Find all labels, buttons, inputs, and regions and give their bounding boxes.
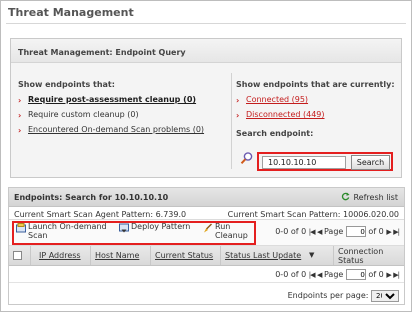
search-highlight: Search (257, 152, 393, 171)
results-panel: Endpoints: Search for 10.10.10.10 Refres… (8, 187, 405, 305)
last-page-icon[interactable]: ▶| (393, 228, 400, 236)
show-currently-heading: Show endpoints that are currently: (236, 80, 395, 89)
prev-page-icon[interactable]: ◀ (317, 271, 322, 279)
select-all-checkbox[interactable] (13, 251, 22, 260)
page-number-input-bottom[interactable] (345, 269, 366, 280)
require-custom-cleanup-text: Require custom cleanup (0) (28, 110, 139, 119)
show-that-section: Show endpoints that: › Require post-asse… (18, 80, 224, 140)
per-page-select[interactable]: 20 (371, 290, 399, 302)
select-all-header (9, 246, 31, 265)
bullet-icon: › (18, 126, 22, 135)
query-title: Threat Management: Endpoint Query (18, 48, 186, 57)
agent-pattern-text: Current Smart Scan Agent Pattern: 6.739.… (14, 210, 187, 219)
page-title: Threat Management (8, 6, 134, 19)
bottom-pager: 0-0 of 0 |◀ ◀ Page of 0 ▶ ▶| (275, 269, 400, 280)
action-toolbar: Launch On-demand Scan Deploy Pattern Run… (9, 220, 404, 246)
cleanup-icon (204, 223, 212, 233)
host-name-column[interactable]: Host Name (91, 246, 151, 265)
run-cleanup-button[interactable]: Run Cleanup (203, 222, 249, 240)
connection-status-column[interactable]: Connection Status (334, 246, 404, 265)
search-input[interactable] (262, 156, 346, 169)
page-of-label-bottom: of 0 (368, 270, 384, 279)
host-name-header[interactable]: Host Name (95, 251, 139, 260)
search-button[interactable]: Search (351, 155, 390, 170)
top-pager: 0-0 of 0 |◀ ◀ Page of 0 ▶ ▶| (275, 226, 400, 237)
column-divider (231, 73, 232, 169)
pager-range: 0-0 of 0 (275, 227, 307, 236)
refresh-icon (342, 192, 351, 201)
encountered-scan-problems-item[interactable]: › Encountered On-demand Scan problems (0… (18, 125, 224, 140)
title-divider (6, 23, 406, 24)
connected-item[interactable]: › Connected (95) (236, 95, 396, 110)
results-title: Endpoints: Search for 10.10.10.10 (14, 193, 169, 202)
pager-range-bottom: 0-0 of 0 (275, 270, 307, 279)
prev-page-icon[interactable]: ◀ (317, 228, 322, 236)
first-page-icon[interactable]: |◀ (309, 228, 316, 236)
pattern-info: Current Smart Scan Agent Pattern: 6.739.… (9, 207, 404, 220)
bullet-icon: › (18, 111, 22, 120)
smart-scan-pattern-text: Current Smart Scan Pattern: 10006.020.00 (227, 210, 399, 219)
magnifier-icon (240, 152, 253, 164)
show-currently-section: Show endpoints that are currently: › Con… (236, 80, 396, 138)
status-last-update-column[interactable]: Status Last Update ▼ (221, 246, 334, 265)
bullet-icon: › (18, 96, 22, 105)
current-status-column[interactable]: Current Status (151, 246, 221, 265)
page-number-input[interactable] (345, 226, 366, 237)
connected-link[interactable]: Connected (95) (246, 95, 308, 104)
per-page-label: Endpoints per page: (287, 291, 369, 300)
page-of-label: of 0 (368, 227, 384, 236)
page-label-bottom: Page (323, 270, 344, 279)
search-label: Search endpoint: (236, 129, 314, 138)
launch-scan-label[interactable]: Launch On-demand Scan (16, 222, 116, 240)
scan-icon (16, 223, 26, 233)
refresh-list-link[interactable]: Refresh list (341, 192, 398, 202)
next-page-icon[interactable]: ▶ (386, 228, 391, 236)
refresh-label[interactable]: Refresh list (353, 193, 398, 202)
window: Threat Management Threat Management: End… (0, 0, 412, 312)
ip-address-header[interactable]: IP Address (39, 251, 81, 260)
next-page-icon[interactable]: ▶ (386, 271, 391, 279)
sort-desc-icon: ▼ (309, 251, 315, 259)
last-page-icon[interactable]: ▶| (393, 271, 400, 279)
status-last-update-header[interactable]: Status Last Update (225, 251, 301, 260)
bottom-pager-row: 0-0 of 0 |◀ ◀ Page of 0 ▶ ▶| (9, 266, 404, 283)
require-post-assessment-item[interactable]: › Require post-assessment cleanup (0) (18, 95, 224, 110)
bullet-icon: › (236, 96, 240, 105)
disconnected-link[interactable]: Disconnected (449) (246, 110, 325, 119)
deploy-pattern-label[interactable]: Deploy Pattern (119, 222, 201, 231)
encountered-scan-problems-link[interactable]: Encountered On-demand Scan problems (0) (28, 125, 204, 134)
current-status-header[interactable]: Current Status (155, 251, 213, 260)
page-label: Page (323, 227, 344, 236)
require-custom-cleanup-item: › Require custom cleanup (0) (18, 110, 224, 125)
deploy-pattern-button[interactable]: Deploy Pattern (119, 222, 201, 233)
disconnected-item[interactable]: › Disconnected (449) (236, 110, 396, 125)
launch-scan-button[interactable]: Launch On-demand Scan (16, 222, 116, 240)
per-page-control: Endpoints per page: 20 (288, 290, 399, 302)
connection-status-header[interactable]: Connection Status (338, 247, 404, 265)
results-header: Endpoints: Search for 10.10.10.10 Refres… (9, 188, 404, 207)
results-table-header: IP Address Host Name Current Status Stat… (9, 246, 404, 266)
endpoint-query-panel: Threat Management: Endpoint Query Show e… (10, 38, 402, 178)
deploy-icon (119, 223, 129, 233)
first-page-icon[interactable]: |◀ (309, 271, 316, 279)
require-post-assessment-link[interactable]: Require post-assessment cleanup (0) (28, 95, 196, 104)
bullet-icon: › (236, 111, 240, 120)
ip-address-column[interactable]: IP Address (31, 246, 91, 265)
show-that-heading: Show endpoints that: (18, 80, 115, 89)
